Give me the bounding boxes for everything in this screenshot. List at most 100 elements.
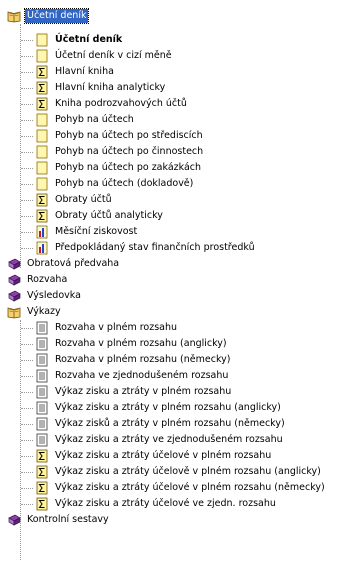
- tree-item[interactable]: Kniha podrozvahových účtů: [35, 96, 189, 112]
- tree-item[interactable]: Výkaz zisku a ztráty v plném rozsahu (an…: [35, 400, 283, 416]
- tree-item[interactable]: Účetní deník v cizí měně: [35, 48, 174, 64]
- report-icon: [35, 385, 49, 399]
- chart-icon: [35, 241, 49, 255]
- tree-item[interactable]: Rozvaha v plném rozsahu (německy): [35, 352, 232, 368]
- tree-line: [21, 248, 33, 249]
- tree-item-label: Předpokládaný stav finančních prostředků: [55, 242, 255, 253]
- sigma-doc-icon: [35, 481, 49, 495]
- tree-line: [21, 56, 33, 57]
- tree-item[interactable]: Pohyb na účtech po zakázkách: [35, 160, 203, 176]
- tree-item-label: Hlavní kniha analyticky: [55, 82, 166, 93]
- tree-line: [21, 472, 33, 473]
- tree-item[interactable]: Hlavní kniha analyticky: [35, 80, 167, 96]
- report-icon: [35, 369, 49, 383]
- tree-line: [21, 360, 33, 361]
- tree-line: [21, 104, 33, 105]
- document-icon: [35, 33, 49, 47]
- tree-item-label: Výkaz zisků a ztráty v plném rozsahu (ně…: [55, 418, 285, 429]
- sigma-doc-icon: [35, 449, 49, 463]
- tree-node-label: Výsledovka: [27, 290, 81, 301]
- tree-item[interactable]: Pohyb na účtech po střediscích: [35, 128, 205, 144]
- tree-item-label: Výkaz zisku a ztráty účelové ve zjedn. r…: [55, 498, 276, 509]
- tree-line: [21, 328, 33, 329]
- document-icon: [35, 145, 49, 159]
- open-book-icon: [7, 305, 21, 319]
- tree-item[interactable]: Účetní deník: [35, 32, 124, 48]
- report-tree[interactable]: Účetní deník Účetní deník Účetní deník v…: [0, 0, 350, 575]
- tree-line: [21, 216, 33, 217]
- tree-item-label: Obraty účtů: [55, 194, 112, 205]
- tree-item-label: Pohyb na účtech (dokladově): [55, 178, 194, 189]
- tree-item-label: Kniha podrozvahových účtů: [55, 98, 187, 109]
- tree-node-ucetni-denik[interactable]: Účetní deník: [7, 8, 90, 24]
- sigma-doc-icon: [35, 497, 49, 511]
- tree-line: [21, 40, 33, 41]
- tree-line: [21, 168, 33, 169]
- tree-item[interactable]: Výkaz zisku a ztráty ve zjednodušeném ro…: [35, 432, 285, 448]
- tree-item[interactable]: Pohyb na účtech: [35, 112, 136, 128]
- tree-item[interactable]: Výkaz zisku a ztráty účelové ve zjedn. r…: [35, 496, 278, 512]
- report-icon: [35, 417, 49, 431]
- tree-item[interactable]: Rozvaha ve zjednodušeném rozsahu: [35, 368, 230, 384]
- tree-node-label: Rozvaha: [27, 274, 68, 285]
- closed-book-icon: [7, 289, 21, 303]
- tree-item-label: Pohyb na účtech po činnostech: [55, 146, 204, 157]
- tree-item-label: Účetní deník v cizí měně: [55, 50, 172, 61]
- tree-item-label: Výkaz zisku a ztráty v plném rozsahu (an…: [55, 402, 281, 413]
- tree-node-label: Výkazy: [27, 306, 61, 317]
- sigma-icon: [35, 97, 49, 111]
- tree-item[interactable]: Výkaz zisků a ztráty v plném rozsahu (ně…: [35, 416, 287, 432]
- tree-item[interactable]: Pohyb na účtech po činnostech: [35, 144, 205, 160]
- report-icon: [35, 353, 49, 367]
- tree-line: [21, 504, 33, 505]
- tree-item[interactable]: Obraty účtů: [35, 192, 114, 208]
- tree-item-label: Měsíční ziskovost: [55, 226, 138, 237]
- open-book-icon: [7, 9, 21, 23]
- document-icon: [35, 49, 49, 63]
- closed-book-icon: [7, 273, 21, 287]
- tree-item[interactable]: Rozvaha v plném rozsahu (anglicky): [35, 336, 229, 352]
- closed-book-icon: [7, 257, 21, 271]
- tree-line: [21, 136, 33, 137]
- tree-item-label: Výkaz zisku a ztráty v plném rozsahu: [55, 386, 232, 397]
- tree-item[interactable]: Výkaz zisku a ztráty účelové v plném roz…: [35, 480, 327, 496]
- tree-item[interactable]: Výkaz zisku a ztráty v plném rozsahu: [35, 384, 233, 400]
- tree-item[interactable]: Měsíční ziskovost: [35, 224, 139, 240]
- tree-item[interactable]: Obraty účtů analyticky: [35, 208, 165, 224]
- tree-line: [21, 488, 33, 489]
- report-icon: [35, 321, 49, 335]
- tree-line: [21, 184, 33, 185]
- tree-item[interactable]: Předpokládaný stav finančních prostředků: [35, 240, 257, 256]
- tree-item-label: Rozvaha ve zjednodušeném rozsahu: [55, 370, 229, 381]
- tree-item[interactable]: Hlavní kniha: [35, 64, 116, 80]
- tree-line: [21, 424, 33, 425]
- tree-item-label: Výkaz zisku a ztráty ve zjednodušeném ro…: [55, 434, 283, 445]
- tree-item[interactable]: Pohyb na účtech (dokladově): [35, 176, 195, 192]
- document-icon: [35, 161, 49, 175]
- tree-item-label: Výkaz zisku a ztráty účelové v plném roz…: [55, 482, 325, 493]
- tree-line: [21, 376, 33, 377]
- tree-line: [21, 440, 33, 441]
- sigma-icon: [35, 65, 49, 79]
- tree-item[interactable]: Výkaz zisku a ztráty účelově v plném roz…: [35, 464, 323, 480]
- tree-line: [21, 392, 33, 393]
- tree-node-kontrolni-sestavy[interactable]: Kontrolní sestavy: [7, 512, 111, 528]
- tree-line: [21, 88, 33, 89]
- tree-item[interactable]: Výkaz zisku a ztráty účelové v plném roz…: [35, 448, 273, 464]
- report-icon: [35, 401, 49, 415]
- tree-item[interactable]: Rozvaha v plném rozsahu: [35, 320, 179, 336]
- tree-node-vysledovka[interactable]: Výsledovka: [7, 288, 83, 304]
- tree-item-label: Rozvaha v plném rozsahu (anglicky): [55, 338, 227, 349]
- tree-item-label: Výkaz zisku a ztráty účelové v plném roz…: [55, 450, 272, 461]
- tree-line: [21, 72, 33, 73]
- tree-item-label: Rozvaha v plném rozsahu: [55, 322, 178, 333]
- tree-line: [21, 200, 33, 201]
- tree-node-rozvaha[interactable]: Rozvaha: [7, 272, 69, 288]
- sigma-icon: [35, 209, 49, 223]
- tree-item-label: Pohyb na účtech po střediscích: [55, 130, 203, 141]
- tree-node-vykazy[interactable]: Výkazy: [7, 304, 63, 320]
- report-icon: [35, 433, 49, 447]
- tree-node-obratova-predvaha[interactable]: Obratová předvaha: [7, 256, 121, 272]
- tree-node-label: Obratová předvaha: [27, 258, 120, 269]
- tree-item-label: Účetní deník: [55, 34, 123, 45]
